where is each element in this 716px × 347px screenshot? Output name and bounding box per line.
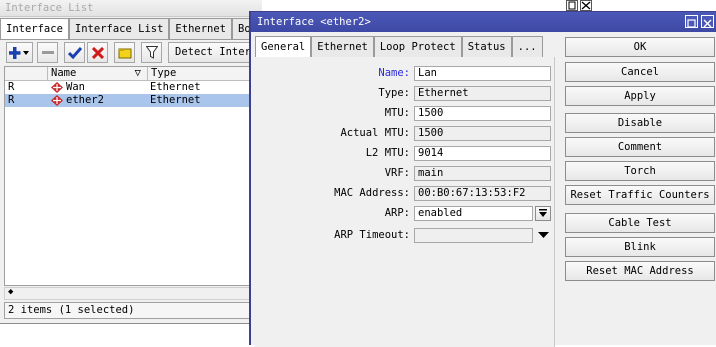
table-header: Name ▽ Type ▽: [5, 67, 261, 81]
expand-arrow-icon[interactable]: [538, 230, 549, 242]
tab-ethernet[interactable]: Ethernet: [169, 18, 232, 39]
plus-icon: [8, 46, 29, 59]
row-flag: R: [8, 94, 15, 106]
ok-button[interactable]: OK: [565, 37, 715, 57]
row-name: Wan: [66, 81, 85, 93]
general-panel: Name: Lan Type: Ethernet MTU: 1500 Actua…: [255, 57, 555, 347]
column-header-name[interactable]: Name ▽: [47, 67, 147, 81]
dialog-title: Interface <ether2>: [251, 12, 716, 32]
comment-button[interactable]: [114, 42, 135, 63]
enable-button[interactable]: [64, 42, 85, 63]
disable-button[interactable]: [87, 42, 108, 63]
reset-mac-address-button[interactable]: Reset MAC Address: [565, 261, 715, 281]
name-field[interactable]: Lan: [414, 66, 551, 81]
row-type: Ethernet: [150, 81, 201, 93]
interface-icon: [51, 95, 63, 110]
column-name-label: Name: [51, 67, 77, 79]
apply-button[interactable]: Apply: [565, 86, 715, 106]
checkmark-icon: [67, 46, 82, 59]
row-flag: R: [8, 81, 15, 93]
close-window-button[interactable]: [580, 0, 592, 11]
maximize-button[interactable]: [685, 15, 698, 28]
maximize-icon: [687, 19, 696, 28]
status-bar: 2 items (1 selected): [4, 302, 262, 319]
dialog-tabs: General Ethernet Loop Protect Status ...: [255, 36, 543, 58]
comment-button[interactable]: Comment: [565, 137, 715, 157]
restore-window-button[interactable]: [566, 0, 578, 11]
tab-more[interactable]: ...: [511, 36, 543, 57]
column-header-type[interactable]: Type ▽: [147, 67, 263, 81]
interface-list-window: Interface List Interface Interface List …: [0, 0, 268, 324]
note-icon: [118, 48, 131, 58]
tab-interface-list[interactable]: Interface List: [68, 18, 170, 39]
table-row-selected[interactable]: R ether2 Ethernet: [5, 94, 261, 107]
reset-traffic-counters-button[interactable]: Reset Traffic Counters: [565, 185, 715, 205]
tab-general[interactable]: General: [255, 36, 312, 58]
dialog-title-text: Interface <ether2>: [257, 16, 371, 28]
interface-dialog: Interface <ether2> General Ethernet Loop…: [249, 11, 716, 347]
mtu-field[interactable]: 1500: [414, 106, 551, 121]
minus-icon: [41, 50, 54, 54]
type-label: Type:: [378, 87, 410, 99]
tab-status[interactable]: Status: [461, 36, 512, 57]
filter-icon: [145, 46, 158, 59]
blink-button[interactable]: Blink: [565, 237, 715, 257]
remove-button[interactable]: [37, 42, 58, 63]
vrf-field: main: [414, 166, 551, 181]
sort-arrow-icon: ▽: [134, 67, 141, 79]
tab-interface[interactable]: Interface: [0, 18, 69, 40]
mtu-label: MTU:: [384, 107, 410, 119]
mac-address-field: 00:B0:67:13:53:F2: [414, 186, 551, 201]
arp-timeout-label: ARP Timeout:: [334, 229, 410, 241]
arp-label: ARP:: [384, 207, 410, 219]
l2-mtu-field[interactable]: 9014: [414, 146, 551, 161]
cancel-button[interactable]: Cancel: [565, 62, 715, 82]
actual-mtu-field: 1500: [414, 126, 551, 141]
disable-button[interactable]: Disable: [565, 113, 715, 133]
restore-icon: [568, 1, 576, 10]
tab-divider: [0, 39, 262, 40]
name-label: Name:: [378, 67, 410, 79]
l2-mtu-label: L2 MTU:: [365, 147, 410, 159]
filter-button[interactable]: [141, 42, 162, 63]
tab-ethernet[interactable]: Ethernet: [311, 36, 374, 57]
vrf-label: VRF:: [384, 167, 410, 179]
arp-select[interactable]: enabled: [414, 206, 533, 221]
cable-test-button[interactable]: Cable Test: [565, 213, 715, 233]
close-icon: [703, 19, 712, 28]
type-field: Ethernet: [414, 86, 551, 101]
arp-dropdown-button[interactable]: [535, 206, 551, 221]
horizontal-scrollbar[interactable]: ◆: [4, 287, 262, 300]
x-icon: [91, 46, 104, 59]
mac-address-label: MAC Address:: [334, 187, 410, 199]
add-button[interactable]: [6, 42, 33, 63]
tab-loop-protect[interactable]: Loop Protect: [373, 36, 462, 57]
dropdown-arrow-icon: [539, 209, 547, 217]
scroll-left-icon[interactable]: ◆: [8, 287, 13, 297]
torch-button[interactable]: Torch: [565, 161, 715, 181]
row-name: ether2: [66, 94, 104, 106]
row-type: Ethernet: [150, 94, 201, 106]
table-row[interactable]: R Wan Ethernet: [5, 81, 261, 94]
arp-timeout-field[interactable]: [414, 228, 533, 243]
actual-mtu-label: Actual MTU:: [340, 127, 410, 139]
close-icon: [581, 1, 591, 10]
column-type-label: Type: [151, 67, 177, 79]
window-title: Interface List: [0, 0, 262, 17]
interface-table: Name ▽ Type ▽ R Wan Ethernet R ether2 Et…: [4, 66, 262, 286]
close-dialog-button[interactable]: [701, 15, 714, 28]
interface-tabs: Interface Interface List Ethernet Bo: [0, 18, 257, 40]
